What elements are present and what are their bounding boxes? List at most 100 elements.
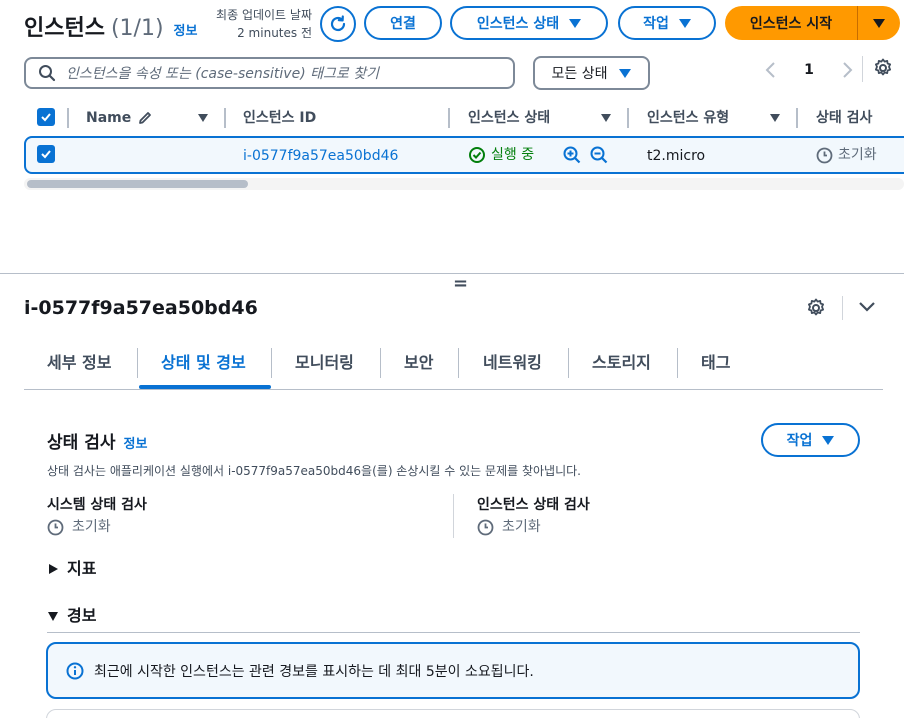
tab-divider <box>271 348 272 378</box>
column-header-instance-state[interactable]: 인스턴스 상태 <box>468 108 550 128</box>
connect-button[interactable]: 연결 <box>364 6 442 40</box>
chevron-right-icon[interactable] <box>840 61 854 79</box>
instance-id-link[interactable]: i-0577f9a57ea50bd46 <box>243 146 398 166</box>
instance-check-label: 인스턴스 상태 검사 <box>477 497 590 513</box>
search-field[interactable]: 인스턴스을 속성 또는 (case-sensitive) 태그로 찾기 <box>24 57 515 89</box>
tab-storage[interactable]: 스토리지 <box>592 350 651 376</box>
instance-type-cell: t2.micro <box>647 148 706 164</box>
section-description: 상태 검사는 애플리케이션 실행에서 i-0577f9a57ea50bd46을(… <box>47 464 581 478</box>
tab-divider <box>677 348 678 378</box>
launch-options-button[interactable] <box>858 6 900 40</box>
page-number[interactable]: 1 <box>804 62 814 78</box>
caret-down-icon <box>48 612 58 621</box>
column-header-status-check[interactable]: 상태 검사 <box>816 108 872 128</box>
caret-right-icon <box>49 564 58 574</box>
last-updated-label: 최종 업데이트 날짜 <box>216 8 312 22</box>
check-icon <box>41 150 51 159</box>
row-checkbox[interactable] <box>37 145 55 163</box>
pencil-icon <box>139 112 152 124</box>
zoom-in-icon[interactable] <box>562 145 582 165</box>
alarm-list-container <box>46 709 860 718</box>
column-divider <box>224 108 226 128</box>
section-info-link[interactable]: 정보 <box>123 433 147 452</box>
section-header: 상태 검사 정보 <box>47 428 147 453</box>
sort-caret-icon[interactable] <box>770 114 780 122</box>
last-updated: 최종 업데이트 날짜 2 minutes 전 <box>204 6 312 42</box>
split-panel-drag-handle[interactable]: = <box>453 274 468 294</box>
alarms-divider <box>47 632 860 633</box>
split-panel-divider <box>0 273 904 274</box>
table-row[interactable] <box>24 136 904 174</box>
tab-tags[interactable]: 태그 <box>701 350 730 376</box>
column-divider <box>627 108 629 128</box>
caret-down-icon <box>619 68 632 78</box>
tabs-underline <box>24 389 883 390</box>
actions-dropdown[interactable]: 작업 <box>618 6 716 40</box>
tab-details[interactable]: 세부 정보 <box>47 350 111 376</box>
connect-label: 연결 <box>390 16 416 32</box>
horizontal-scrollbar-thumb[interactable] <box>27 180 248 188</box>
tab-status-alarms[interactable]: 상태 및 경보 <box>161 350 246 376</box>
sort-caret-icon[interactable] <box>198 114 208 122</box>
instance-state-label: 인스턴스 상태 <box>476 16 560 32</box>
column-header-instance-id[interactable]: 인스턴스 ID <box>243 108 316 128</box>
settings-gear-icon[interactable] <box>873 58 893 78</box>
system-check-value: 초기화 <box>72 519 111 535</box>
instance-state-value: 실행 중 <box>491 147 535 163</box>
caret-down-icon <box>873 18 885 28</box>
instance-check-value: 초기화 <box>502 519 541 535</box>
metrics-label: 지표 <box>67 559 97 578</box>
column-header-instance-type[interactable]: 인스턴스 유형 <box>647 108 729 128</box>
refresh-icon <box>330 15 346 32</box>
column-name-label: Name <box>86 110 132 126</box>
alarm-notice-text: 최근에 시작한 인스턴스는 관련 경보를 표시하는 데 최대 5분이 소요됩니다… <box>94 663 534 680</box>
check-icon <box>41 113 51 122</box>
page-title: 인스턴스 <box>24 16 105 41</box>
clock-icon <box>477 519 494 535</box>
zoom-out-icon[interactable] <box>589 145 609 165</box>
metrics-expander[interactable]: 지표 <box>47 558 96 580</box>
caret-down-icon <box>822 435 835 445</box>
section-actions-label: 작업 <box>786 433 813 449</box>
alarms-label: 경보 <box>67 606 97 625</box>
status-success-icon <box>469 147 485 163</box>
refresh-button[interactable] <box>320 6 356 42</box>
alarms-expander[interactable]: 경보 <box>47 605 96 627</box>
tab-networking[interactable]: 네트워킹 <box>483 350 542 376</box>
column-header-name[interactable]: Name <box>86 108 153 128</box>
pagination: 1 <box>764 58 854 82</box>
chevron-down-icon[interactable] <box>858 300 876 314</box>
instance-state-dropdown[interactable]: 인스턴스 상태 <box>450 6 608 40</box>
panel-settings-gear-icon[interactable] <box>806 298 826 318</box>
select-all-checkbox[interactable] <box>37 108 55 126</box>
sort-caret-icon[interactable] <box>601 114 611 122</box>
system-check-status: 초기화 <box>47 517 111 537</box>
launch-instance-button[interactable]: 인스턴스 시작 <box>725 6 858 40</box>
actions-label: 작업 <box>643 16 669 32</box>
launch-instance-split-button: 인스턴스 시작 <box>725 6 900 40</box>
status-check-cell: 초기화 <box>816 145 877 165</box>
column-divider <box>67 108 69 128</box>
info-icon <box>66 662 84 679</box>
tab-divider <box>458 348 459 378</box>
state-filter-select[interactable]: 모든 상태 <box>533 56 650 90</box>
instance-check-status: 초기화 <box>477 517 541 537</box>
detail-title: i-0577f9a57ea50bd46 <box>24 297 258 319</box>
column-divider <box>453 494 454 538</box>
tab-divider <box>137 348 138 378</box>
tab-security[interactable]: 보안 <box>404 350 433 376</box>
status-check-value: 초기화 <box>838 147 877 163</box>
state-filter-label: 모든 상태 <box>551 66 608 82</box>
tab-divider <box>380 348 381 378</box>
chevron-left-icon[interactable] <box>764 61 778 79</box>
clock-icon <box>816 147 833 163</box>
tab-monitoring[interactable]: 모니터링 <box>295 350 354 376</box>
instance-count: (1/1) <box>110 16 164 41</box>
caret-down-icon <box>569 18 582 28</box>
info-link[interactable]: 정보 <box>174 20 198 39</box>
alarm-info-notice: 최근에 시작한 인스턴스는 관련 경보를 표시하는 데 최대 5분이 소요됩니다… <box>46 642 860 699</box>
tab-divider <box>568 348 569 378</box>
clock-icon <box>47 519 64 535</box>
section-actions-dropdown[interactable]: 작업 <box>761 423 860 457</box>
search-placeholder: 인스턴스을 속성 또는 (case-sensitive) 태그로 찾기 <box>66 66 379 82</box>
